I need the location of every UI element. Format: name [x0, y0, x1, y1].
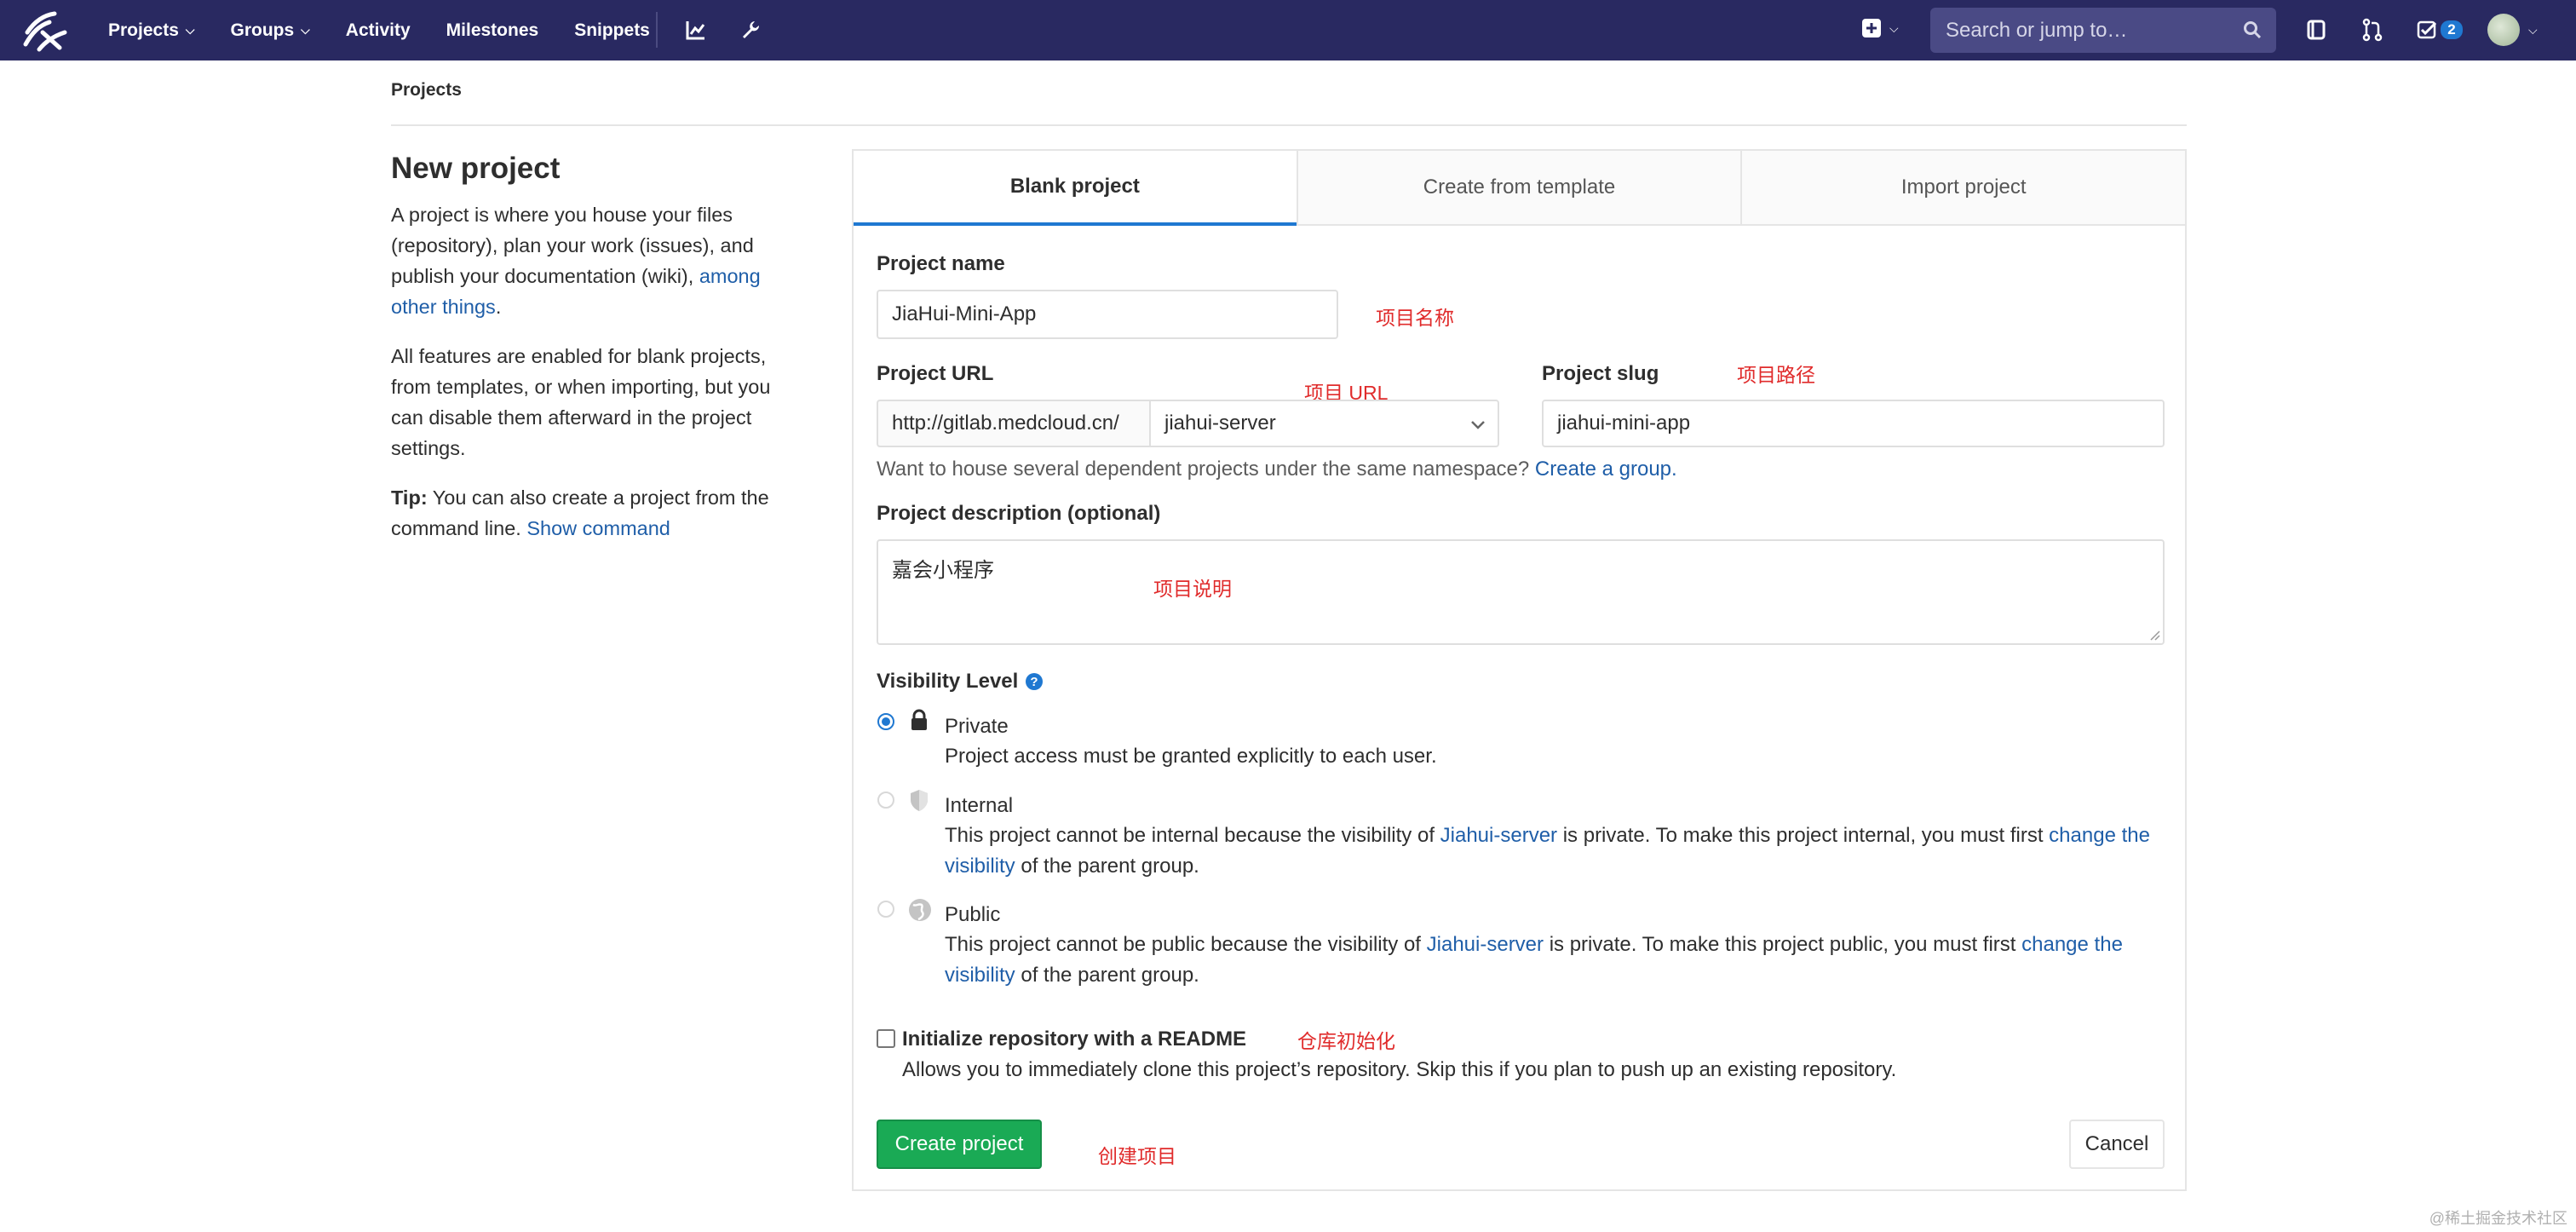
- search-box[interactable]: [1930, 8, 2276, 53]
- gitlab-logo-icon[interactable]: [20, 7, 70, 55]
- internal-desc-a: This project cannot be internal because …: [945, 824, 1440, 847]
- tab-create-from-template[interactable]: Create from template: [1296, 151, 1741, 224]
- nav-projects[interactable]: Projects ⌵: [108, 20, 195, 41]
- project-description-annotation: 项目说明: [1153, 578, 1232, 600]
- project-slug-input[interactable]: jiahui-mini-app: [1542, 400, 2165, 447]
- tab-blank-project[interactable]: Blank project: [854, 151, 1297, 226]
- cancel-button[interactable]: Cancel: [2069, 1120, 2165, 1169]
- chevron-down-icon: ⌵: [2528, 22, 2538, 37]
- project-description-label: Project description (optional): [877, 502, 1161, 525]
- nav-groups-label: Groups: [230, 20, 295, 40]
- todos-link[interactable]: 2: [2414, 15, 2465, 44]
- public-desc-a: This project cannot be public because th…: [945, 933, 1427, 956]
- public-desc-b: is private. To make this project public,…: [1544, 933, 2022, 956]
- jiahui-server-link[interactable]: Jiahui-server: [1440, 824, 1557, 847]
- shield-icon: [911, 790, 928, 811]
- readme-help-text: Allows you to immediately clone this pro…: [902, 1058, 1897, 1081]
- new-project-panel: Blank project Create from template Impor…: [852, 149, 2187, 1191]
- todo-check-icon: [2418, 20, 2437, 39]
- show-command-link[interactable]: Show command: [526, 517, 670, 539]
- nav-activity-label: Activity: [345, 20, 411, 40]
- visibility-private-title: Private: [945, 715, 1009, 738]
- breadcrumb-divider: [391, 124, 2187, 126]
- initialize-readme-label[interactable]: Initialize repository with a README: [902, 1028, 1246, 1051]
- project-type-tabs: Blank project Create from template Impor…: [854, 151, 2186, 226]
- search-icon: [2244, 21, 2262, 39]
- project-name-label: Project name: [877, 252, 1005, 275]
- visibility-private-description: Project access must be granted explicitl…: [945, 745, 1437, 768]
- initialize-readme-checkbox[interactable]: [877, 1029, 895, 1048]
- watermark: @稀土掘金技术社区: [2429, 1210, 2567, 1227]
- nav-snippets[interactable]: Snippets: [574, 20, 650, 41]
- todo-count-badge: 2: [2441, 20, 2463, 39]
- chevron-down-icon: ⌵: [1889, 20, 1899, 35]
- visibility-public-radio[interactable]: [877, 901, 894, 918]
- avatar: [2487, 14, 2520, 46]
- user-avatar-dropdown[interactable]: ⌵: [2487, 14, 2538, 46]
- chevron-down-icon: [1471, 421, 1485, 429]
- page-title: New project: [391, 152, 561, 185]
- wrench-icon[interactable]: [736, 15, 765, 44]
- features-paragraph: All features are enabled for blank proje…: [391, 345, 771, 459]
- nav-activity[interactable]: Activity: [346, 20, 411, 41]
- globe-icon: [909, 899, 931, 921]
- issues-icon[interactable]: [2302, 15, 2331, 44]
- visibility-internal-radio[interactable]: [877, 792, 894, 809]
- internal-desc-b: is private. To make this project interna…: [1557, 824, 2050, 847]
- intro-paragraph: A project is where you house your files …: [391, 199, 800, 322]
- nav-milestones[interactable]: Milestones: [446, 20, 539, 41]
- chevron-down-icon: ⌵: [185, 23, 195, 37]
- visibility-public-description: This project cannot be public because th…: [945, 930, 2154, 991]
- chevron-down-icon: ⌵: [301, 23, 310, 37]
- nav-divider: [656, 12, 658, 48]
- namespace-help-text: Want to house several dependent projects…: [877, 458, 1535, 481]
- namespace-help: Want to house several dependent projects…: [877, 458, 1677, 481]
- visibility-public-title: Public: [945, 903, 1001, 926]
- resize-handle-icon[interactable]: [2148, 629, 2160, 641]
- project-slug-label: Project slug: [1542, 362, 1659, 385]
- namespace-select[interactable]: jiahui-server: [1149, 400, 1499, 447]
- tip-label: Tip:: [391, 486, 428, 509]
- breadcrumb[interactable]: Projects: [391, 80, 462, 101]
- namespace-value: jiahui-server: [1164, 412, 1276, 435]
- chart-icon[interactable]: [681, 15, 710, 44]
- nav-snippets-label: Snippets: [574, 20, 650, 40]
- project-name-annotation: 项目名称: [1376, 307, 1454, 329]
- project-description-textarea[interactable]: 嘉会小程序: [877, 539, 2165, 645]
- nav-projects-label: Projects: [108, 20, 179, 40]
- create-project-button[interactable]: Create project: [877, 1120, 1042, 1169]
- visibility-level-heading: Visibility Level ?: [877, 670, 1044, 694]
- project-url-label: Project URL: [877, 362, 994, 385]
- jiahui-server-link[interactable]: Jiahui-server: [1427, 933, 1544, 956]
- internal-desc-c: of the parent group.: [1015, 855, 1199, 878]
- search-input[interactable]: [1944, 17, 2237, 43]
- new-item-dropdown[interactable]: ⌵: [1860, 17, 1899, 39]
- svg-text:?: ?: [1031, 675, 1038, 689]
- nav-milestones-label: Milestones: [446, 20, 539, 40]
- merge-request-icon[interactable]: [2358, 15, 2387, 44]
- lock-icon: [911, 709, 927, 730]
- public-desc-c: of the parent group.: [1015, 964, 1199, 987]
- tab-import-project[interactable]: Import project: [1740, 151, 2186, 224]
- top-navbar: Projects ⌵ Groups ⌵ Activity Milestones Sn…: [0, 0, 2576, 60]
- help-icon[interactable]: ?: [1025, 672, 1044, 691]
- create-project-annotation: 创建项目: [1098, 1145, 1176, 1167]
- tip-paragraph: Tip: You can also create a project from …: [391, 482, 800, 544]
- intro-end: .: [495, 296, 502, 318]
- plus-square-icon: [1862, 19, 1881, 37]
- nav-groups[interactable]: Groups ⌵: [231, 20, 310, 41]
- project-slug-annotation: 项目路径: [1737, 364, 1815, 386]
- visibility-private-radio[interactable]: [877, 713, 894, 730]
- new-project-intro: New project A project is where you house…: [391, 147, 800, 562]
- visibility-internal-description: This project cannot be internal because …: [945, 820, 2171, 882]
- visibility-level-label: Visibility Level: [877, 670, 1019, 693]
- readme-annotation: 仓库初始化: [1297, 1030, 1395, 1052]
- project-description-value: 嘉会小程序: [892, 559, 994, 582]
- visibility-internal-title: Internal: [945, 794, 1014, 817]
- project-name-input[interactable]: JiaHui-Mini-App: [877, 290, 1338, 339]
- project-url-prefix: http://gitlab.medcloud.cn/: [877, 400, 1151, 447]
- create-group-link[interactable]: Create a group.: [1535, 458, 1677, 481]
